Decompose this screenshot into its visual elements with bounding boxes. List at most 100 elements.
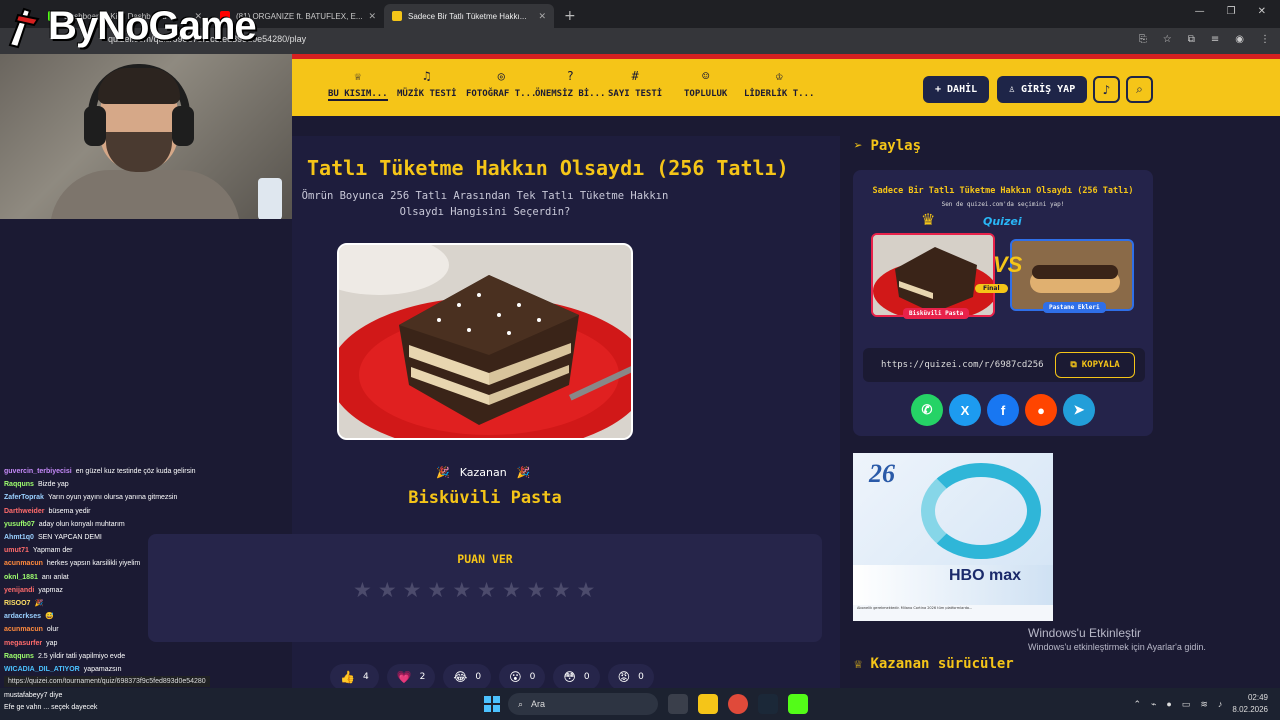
chat-username[interactable]: megasurfer	[4, 640, 42, 647]
profile-icon[interactable]: ◉	[1235, 34, 1244, 45]
chat-text: Bizde yap	[37, 481, 69, 489]
chrome-icon[interactable]	[728, 694, 748, 714]
display-icon[interactable]: ▭	[1182, 699, 1191, 710]
chat-username[interactable]: Raqquns	[4, 481, 34, 488]
nav-item-muzik-testi[interactable]: ♫ MÜZİK TESTİ	[397, 69, 457, 99]
hash-icon: #	[631, 69, 639, 83]
chat-username[interactable]: Ahmt1q0	[4, 534, 34, 541]
nav-item-bu-kisim[interactable]: ♕ BU KISIM...	[328, 69, 388, 101]
chat-username[interactable]: acunmacun	[4, 560, 43, 567]
party-icon: 🎉	[516, 466, 531, 479]
headphone-right	[172, 106, 194, 146]
rating-star-icon[interactable]: ★	[378, 578, 397, 602]
taskbar-search[interactable]: ⌕ Ara	[508, 693, 658, 715]
start-button[interactable]	[484, 696, 500, 712]
chat-username[interactable]: umut71	[4, 547, 29, 554]
ad-brand: HBO max	[949, 567, 1022, 584]
rating-star-icon[interactable]: ★	[527, 578, 546, 602]
maximize-icon[interactable]: ❐	[1227, 6, 1236, 17]
winner-label: 🎉 Kazanan 🎉	[436, 466, 530, 479]
rating-star-icon[interactable]: ★	[502, 578, 521, 602]
mic-icon[interactable]: ●	[1166, 699, 1171, 709]
nav-item-topluluk[interactable]: ☺ TOPLULUK	[684, 69, 727, 99]
reaction-button[interactable]: 😳 0	[553, 664, 600, 690]
rating-star-icon[interactable]: ★	[477, 578, 496, 602]
reaction-button[interactable]: 💗 2	[386, 664, 436, 690]
task-view-icon[interactable]	[668, 694, 688, 714]
rating-star-icon[interactable]: ★	[552, 578, 571, 602]
reaction-count: 2	[419, 672, 426, 682]
volume-icon[interactable]: ♪	[1218, 699, 1223, 709]
nav-label: MÜZİK TESTİ	[397, 89, 457, 99]
extensions-icon[interactable]: ⧉	[1188, 34, 1195, 45]
chat-username[interactable]: yenijandi	[4, 587, 34, 594]
winner-image	[337, 243, 633, 440]
close-icon[interactable]: ✕	[1258, 6, 1266, 17]
login-label: GİRİŞ YAP	[1021, 84, 1076, 95]
x-share-button[interactable]: X	[949, 394, 981, 426]
network-icon[interactable]: ⌁	[1151, 699, 1156, 710]
nav-label: FOTOĞRAF T...	[466, 89, 537, 99]
browser-tab-active[interactable]: Sadece Bir Tatlı Tüketme Hakkı... ✕	[384, 4, 554, 28]
reaction-button[interactable]: 😡 0	[607, 664, 654, 690]
menu-icon[interactable]: ⋮	[1260, 34, 1270, 45]
chat-message: acunmacun herkes yapsın karsilikli yiyeli…	[4, 557, 294, 570]
clock[interactable]: 02:49 8.02.2026	[1232, 692, 1268, 716]
chat-username[interactable]: acunmacun	[4, 626, 43, 633]
rating-star-icon[interactable]: ★	[353, 578, 372, 602]
nav-item-onemsiz-bilgi[interactable]: ? ÖNEMSİZ Bİ...	[535, 69, 605, 99]
search-button[interactable]: ⌕	[1126, 76, 1153, 103]
telegram-share-button[interactable]: ➤	[1063, 394, 1095, 426]
rating-star-icon[interactable]: ★	[427, 578, 446, 602]
media-icon[interactable]: ≡	[1211, 34, 1219, 45]
chat-username[interactable]: Darthweider	[4, 508, 44, 515]
chat-username[interactable]: Raqquns	[4, 653, 34, 660]
nav-item-liderlik-tablosu[interactable]: ♔ LİDERLİK T...	[744, 69, 814, 99]
chat-username[interactable]: WICADIA_DIL_ATIYOR	[4, 666, 80, 673]
eclair-thumb	[1012, 241, 1132, 309]
trophy-icon: ♕	[354, 69, 362, 83]
reaction-button[interactable]: 👍 4	[330, 664, 379, 690]
wifi-icon[interactable]: ≋	[1200, 699, 1208, 710]
chat-username[interactable]: RISOO7	[4, 600, 30, 607]
file-explorer-icon[interactable]	[698, 694, 718, 714]
reaction-button[interactable]: 😮 0	[499, 664, 546, 690]
login-button[interactable]: ♙ GİRİŞ YAP	[997, 76, 1088, 103]
tab-close-icon[interactable]: ✕	[538, 11, 546, 22]
share-preview-title: Sadece Bir Tatlı Tüketme Hakkın Olsaydı …	[872, 186, 1134, 196]
tab-close-icon[interactable]: ✕	[369, 11, 377, 22]
whatsapp-share-button[interactable]: ✆	[911, 394, 943, 426]
minimize-icon[interactable]: —	[1195, 6, 1205, 17]
chat-username[interactable]: yusufb07	[4, 521, 35, 528]
bookmark-star-icon[interactable]: ☆	[1163, 34, 1172, 45]
chat-username[interactable]: ZaferToprak	[4, 494, 44, 501]
reaction-button[interactable]: 😂 0	[443, 664, 492, 690]
winning-drivers-heading: ♕ Kazanan sürücüler	[854, 656, 1014, 672]
new-tab-button[interactable]: +	[556, 8, 584, 28]
chat-message: megasurfer yap	[4, 637, 294, 650]
facebook-share-button[interactable]: f	[987, 394, 1019, 426]
translate-icon[interactable]: ⎘	[1139, 34, 1147, 45]
chevron-up-icon[interactable]: ⌃	[1133, 699, 1141, 710]
windows-taskbar: mustafabeyy7 diye Efe ge vahn ... seçek …	[0, 688, 1280, 720]
rating-star-icon[interactable]: ★	[576, 578, 595, 602]
copy-button[interactable]: ⧉ KOPYALA	[1055, 352, 1135, 378]
chat-username[interactable]: oknl_1881	[4, 574, 38, 581]
notifications-button[interactable]: ♪	[1093, 76, 1120, 103]
share-link-field[interactable]: https://quizei.com/r/6987cd256	[881, 360, 1051, 370]
advertisement[interactable]: 26 HBO max Abonelik gerekmektedir. Milan…	[853, 453, 1053, 621]
activation-subtitle: Windows'u etkinleştirmek için Ayarlar'a …	[1028, 642, 1206, 652]
chat-text: SEN YAPCAN DEMI	[37, 534, 102, 542]
cake-thumb	[873, 235, 993, 315]
chat-username[interactable]: guvercin_terbiyecisi	[4, 468, 72, 475]
rating-star-icon[interactable]: ★	[403, 578, 422, 602]
reddit-share-button[interactable]: ●	[1025, 394, 1057, 426]
steam-icon[interactable]	[758, 694, 778, 714]
kick-icon[interactable]	[788, 694, 808, 714]
nav-item-sayi-testi[interactable]: # SAYI TESTİ	[608, 69, 662, 99]
rating-star-icon[interactable]: ★	[452, 578, 471, 602]
nav-item-fotograf-testi[interactable]: ◎ FOTOĞRAF T...	[466, 69, 536, 99]
join-button[interactable]: + DAHİL	[923, 76, 990, 103]
chat-username[interactable]: ardacrkses	[4, 613, 41, 620]
send-icon: ➢	[854, 138, 863, 154]
